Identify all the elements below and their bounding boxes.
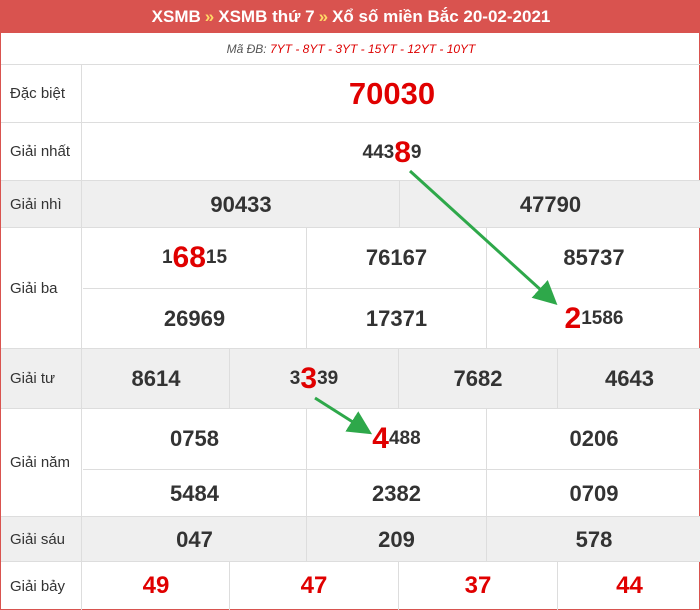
seventh-prize-number: 44 [616, 572, 643, 599]
highlighted-digits: 8 [394, 136, 411, 169]
prize-row-second: Giải nhì 90433 47790 [1, 181, 700, 228]
third-prize-number: 26969 [163, 306, 226, 331]
breadcrumb-current-date[interactable]: Xổ số miền Bắc 20-02-2021 [332, 7, 550, 26]
fourth-prize-number: 8614 [131, 366, 181, 391]
fourth-prize-number: 7682 [453, 366, 503, 391]
prize-row-fourth: Giải tư 8614 3 3 39 7682 4643 [1, 349, 700, 409]
results-table: XSMB» XSMB thứ 7» Xổ số miền Bắc 20-02-202… [0, 0, 700, 610]
special-codes-label: Mã ĐB: [226, 42, 267, 56]
second-prize-number: 47790 [519, 191, 582, 217]
third-prize-number: 76167 [365, 245, 428, 270]
highlighted-digits: 4 [372, 422, 389, 455]
special-codes-values: 7YT - 8YT - 3YT - 15YT - 12YT - 10YT [269, 42, 476, 56]
prize-label: Giải sáu [1, 517, 82, 561]
prize-row-seventh: Giải bảy 49 47 37 44 [1, 562, 700, 610]
third-prize-number: 85737 [563, 245, 625, 270]
fifth-prize-number: 5484 [170, 480, 219, 506]
prize-label: Giải bảy [1, 562, 82, 610]
seventh-prize-number: 49 [142, 572, 170, 599]
prize-label: Giải ba [1, 228, 82, 348]
prize-row-third: Giải ba 1 68 15 76167 85737 26969 17371 21… [1, 228, 700, 349]
sixth-prize-number: 209 [378, 526, 415, 552]
fourth-prize-number: 4643 [605, 366, 654, 391]
highlighted-digits: 3 [300, 362, 318, 395]
third-prize-number: 2 1586 [564, 302, 624, 335]
prize-label: Giải nhất [1, 123, 82, 180]
highlighted-digits: 2 [564, 302, 582, 335]
second-prize-number: 90433 [210, 191, 272, 217]
special-prize-number: 70030 [348, 76, 436, 111]
seventh-prize-number: 47 [300, 572, 328, 599]
breadcrumb-separator: » [204, 7, 215, 26]
prize-row-special: Đặc biệt 70030 [1, 65, 700, 123]
fifth-prize-number: 0758 [170, 426, 219, 451]
breadcrumb-separator: » [318, 7, 329, 26]
prize-label: Giải tư [1, 349, 82, 408]
prize-label: Đặc biệt [1, 65, 82, 122]
prize-label: Giải năm [1, 409, 82, 516]
fifth-prize-number: 0709 [569, 480, 619, 506]
sixth-prize-number: 578 [575, 526, 613, 552]
breadcrumb-xsmb-saturday[interactable]: XSMB thứ 7 [218, 7, 314, 26]
special-codes-line: Mã ĐB: 7YT - 8YT - 3YT - 15YT - 12YT - 1… [1, 33, 700, 65]
fifth-prize-number: 2382 [372, 480, 421, 506]
third-prize-number: 1 68 15 [161, 241, 228, 274]
third-prize-number: 17371 [365, 306, 428, 331]
prize-label: Giải nhì [1, 181, 82, 227]
seventh-prize-number: 37 [464, 572, 492, 599]
fifth-prize-number: 4 488 [372, 422, 421, 455]
breadcrumb-xsmb[interactable]: XSMB [152, 7, 201, 26]
breadcrumb: XSMB» XSMB thứ 7» Xổ số miền Bắc 20-02-202… [1, 1, 700, 33]
highlighted-digits: 68 [172, 241, 206, 274]
prize-row-fifth: Giải năm 0758 4 488 0206 5484 2382 0709 [1, 409, 700, 517]
fourth-prize-number: 3 3 39 [289, 362, 339, 395]
sixth-prize-number: 047 [176, 526, 213, 552]
prize-row-first: Giải nhất 443 8 9 [1, 123, 700, 181]
fifth-prize-number: 0206 [569, 426, 619, 451]
first-prize-number: 443 8 9 [362, 136, 422, 169]
prize-row-sixth: Giải sáu 047 209 578 [1, 517, 700, 562]
